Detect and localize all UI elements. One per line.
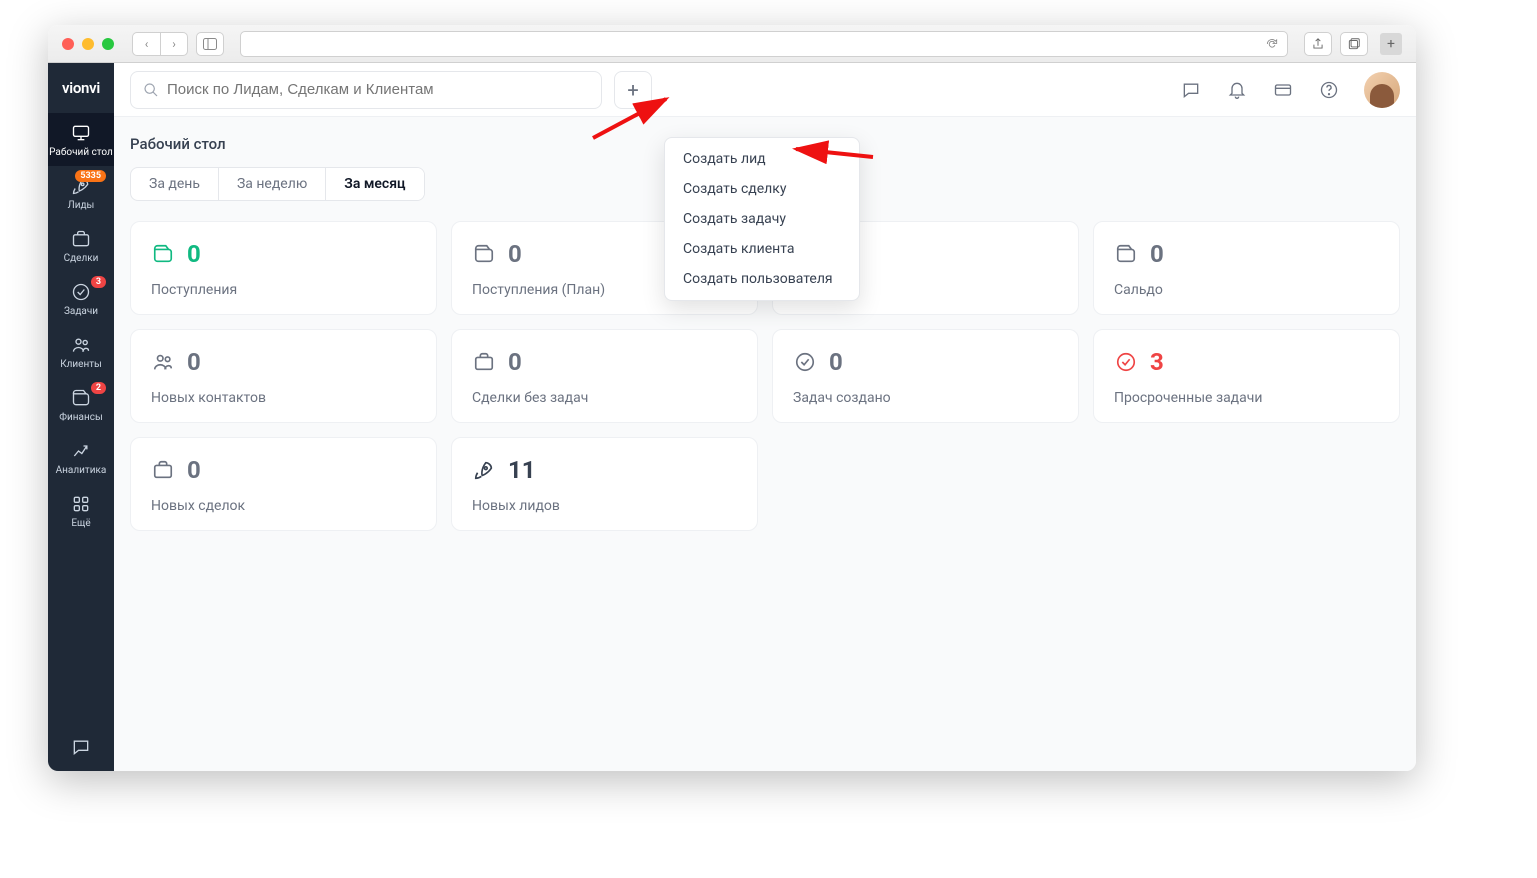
new-tab-button[interactable]: + [1380, 33, 1402, 55]
card-label: Новых контактов [151, 390, 416, 406]
search-icon [143, 82, 159, 98]
logo[interactable]: vionvi [48, 63, 114, 113]
sidebar-item-label: Задачи [64, 306, 98, 317]
sidebar-item-dashboard[interactable]: Рабочий стол [48, 113, 114, 166]
forward-button[interactable]: › [160, 32, 188, 56]
sidebar-item-deals[interactable]: Сделки [48, 219, 114, 272]
check-circle-icon [1114, 351, 1138, 373]
search-field-wrapper[interactable] [130, 71, 602, 109]
card-tasks-created[interactable]: 0 Задач создано [772, 329, 1079, 423]
search-input[interactable] [167, 81, 589, 98]
window-controls [62, 38, 114, 50]
rocket-icon [472, 459, 496, 481]
tab-day[interactable]: За день [131, 168, 219, 200]
avatar[interactable] [1364, 72, 1400, 108]
card-value: 11 [508, 456, 536, 484]
messages-icon[interactable] [1174, 73, 1208, 107]
tab-week[interactable]: За неделю [219, 168, 326, 200]
briefcase-icon [472, 351, 496, 373]
card-label: Поступления [151, 282, 416, 298]
card-new-contacts[interactable]: 0 Новых контактов [130, 329, 437, 423]
monitor-icon [71, 123, 91, 143]
sidebar-item-label: Аналитика [56, 465, 107, 476]
tasks-badge: 3 [91, 276, 106, 288]
sidebar-item-clients[interactable]: Клиенты [48, 325, 114, 378]
sidebar-item-chat[interactable] [48, 727, 114, 771]
card-label: Сальдо [1114, 282, 1379, 298]
back-button[interactable]: ‹ [132, 32, 160, 56]
briefcase-icon [151, 459, 175, 481]
card-label: Новых сделок [151, 498, 416, 514]
tab-month[interactable]: За месяц [326, 168, 423, 200]
sidebar-item-more[interactable]: Ещё [48, 484, 114, 537]
chat-icon [71, 737, 91, 757]
sidebar-item-tasks[interactable]: 3 Задачи [48, 272, 114, 325]
nav-buttons: ‹ › [132, 32, 188, 56]
card-value: 0 [1150, 240, 1164, 268]
check-circle-icon [793, 351, 817, 373]
card-label: Сделки без задач [472, 390, 737, 406]
sidebar-item-label: Ещё [71, 518, 90, 529]
sidebar-item-label: Финансы [59, 412, 102, 423]
users-icon [71, 335, 91, 355]
dropdown-create-user[interactable]: Создать пользователя [665, 264, 859, 294]
arrow-to-plus [588, 93, 678, 147]
check-circle-icon [71, 282, 91, 302]
dropdown-create-task[interactable]: Создать задачу [665, 204, 859, 234]
sidebar-item-label: Сделки [64, 253, 99, 264]
card-value: 0 [829, 348, 843, 376]
help-icon[interactable] [1312, 73, 1346, 107]
maximize-window-button[interactable] [102, 38, 114, 50]
arrow-to-create-lead [788, 139, 878, 173]
card-value: 0 [187, 240, 201, 268]
finance-badge: 2 [91, 382, 106, 394]
card-value: 0 [508, 348, 522, 376]
grid-icon [71, 494, 91, 514]
bell-icon[interactable] [1220, 73, 1254, 107]
card-value: 0 [187, 456, 201, 484]
wallet-icon [1114, 243, 1138, 265]
sidebar-item-finance[interactable]: 2 Финансы [48, 378, 114, 431]
card-label: Просроченные задачи [1114, 390, 1379, 406]
dropdown-create-deal[interactable]: Создать сделку [665, 174, 859, 204]
card-label: Новых лидов [472, 498, 737, 514]
share-icon[interactable] [1304, 32, 1332, 56]
sidebar-item-analytics[interactable]: Аналитика [48, 431, 114, 484]
sidebar-item-label: Лиды [68, 200, 95, 211]
leads-badge: 5335 [75, 170, 106, 182]
card-value: 0 [508, 240, 522, 268]
chart-icon [71, 441, 91, 461]
wallet-icon [472, 243, 496, 265]
card-deals-no-tasks[interactable]: 0 Сделки без задач [451, 329, 758, 423]
sidebar-item-leads[interactable]: 5335 Лиды [48, 166, 114, 219]
card-new-deals[interactable]: 0 Новых сделок [130, 437, 437, 531]
sidebar-toggle-icon[interactable] [196, 32, 224, 56]
card-label: Задач создано [793, 390, 1058, 406]
wallet-icon [71, 388, 91, 408]
topbar: + [114, 63, 1416, 117]
card-overdue-tasks[interactable]: 3 Просроченные задачи [1093, 329, 1400, 423]
card-new-leads[interactable]: 11 Новых лидов [451, 437, 758, 531]
wallet-icon [151, 243, 175, 265]
browser-window: ‹ › + vionvi Рабочий стол 5335 [48, 25, 1416, 771]
sidebar: vionvi Рабочий стол 5335 Лиды Сделки 3 З… [48, 63, 114, 771]
card-value: 0 [187, 348, 201, 376]
card-icon[interactable] [1266, 73, 1300, 107]
sidebar-item-label: Рабочий стол [49, 147, 113, 158]
browser-toolbar: ‹ › + [48, 25, 1416, 63]
url-bar[interactable] [240, 31, 1288, 57]
dropdown-create-client[interactable]: Создать клиента [665, 234, 859, 264]
card-value: 3 [1150, 348, 1164, 376]
users-icon [151, 351, 175, 373]
minimize-window-button[interactable] [82, 38, 94, 50]
tabs-icon[interactable] [1340, 32, 1368, 56]
refresh-icon[interactable] [1265, 37, 1279, 51]
card-income[interactable]: 0 Поступления [130, 221, 437, 315]
card-balance[interactable]: 0 Сальдо [1093, 221, 1400, 315]
sidebar-item-label: Клиенты [60, 359, 102, 370]
close-window-button[interactable] [62, 38, 74, 50]
briefcase-icon [71, 229, 91, 249]
period-tabs: За день За неделю За месяц [130, 167, 425, 201]
